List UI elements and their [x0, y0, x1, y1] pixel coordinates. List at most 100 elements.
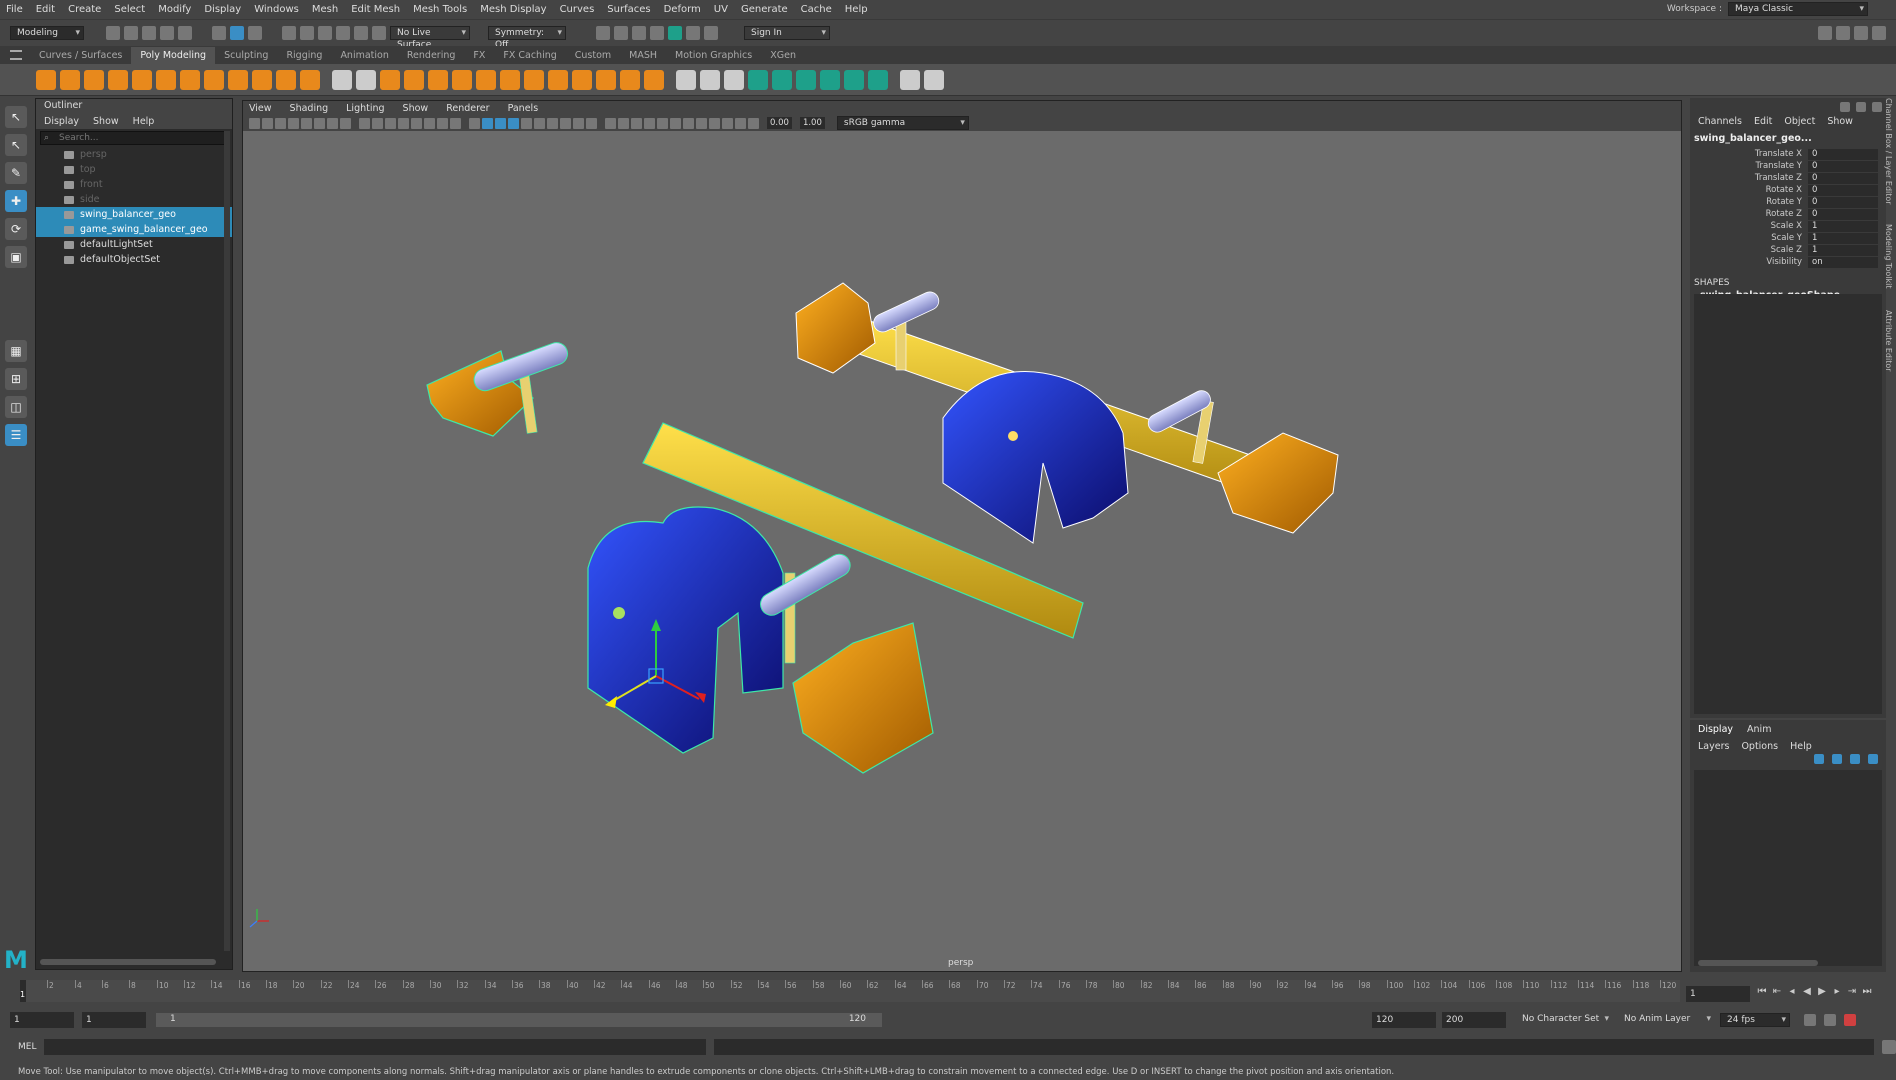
- viewport-tool-icon[interactable]: [735, 117, 746, 129]
- shelf-tool-icon[interactable]: [476, 69, 496, 90]
- shelf-tool-icon[interactable]: [180, 69, 200, 90]
- viewport-tool-icon[interactable]: [372, 117, 383, 129]
- menu-edit[interactable]: Edit: [36, 4, 55, 15]
- shelf-tab-custom[interactable]: Custom: [566, 47, 620, 64]
- menu-mesh-display[interactable]: Mesh Display: [480, 4, 546, 15]
- layer-menu-options[interactable]: Options: [1741, 741, 1778, 752]
- channel-value[interactable]: 0: [1808, 148, 1878, 160]
- layer-tab-display[interactable]: Display: [1698, 724, 1733, 735]
- lasso-tool-icon[interactable]: ↖: [5, 134, 27, 156]
- two-view-layout-icon[interactable]: ◫: [5, 396, 27, 418]
- viewport-tool-icon[interactable]: [696, 117, 707, 129]
- channel-value[interactable]: 0: [1808, 208, 1878, 220]
- shelf-tool-icon[interactable]: [620, 69, 640, 90]
- menu-curves[interactable]: Curves: [560, 4, 595, 15]
- move-layer-down-icon[interactable]: [1832, 754, 1842, 764]
- playback-end-field[interactable]: 120: [1372, 1012, 1436, 1028]
- channel-name[interactable]: Translate Y: [1690, 161, 1808, 171]
- exposure-field[interactable]: 0.00: [767, 117, 792, 129]
- time-slider[interactable]: 2 4 6 8 10 12 14 16 18 20 22 24 26 28 30 32 34 36 38 40 42 44…: [0, 976, 1896, 1006]
- shelf-tool-icon[interactable]: [676, 69, 696, 90]
- channel-box-menu-show[interactable]: Show: [1827, 116, 1853, 127]
- step-forward-frame-icon[interactable]: ▸: [1831, 986, 1843, 998]
- sign-in-button[interactable]: Sign In: [744, 25, 830, 40]
- step-forward-key-icon[interactable]: ⇥: [1846, 986, 1858, 998]
- layer-editor-scrollbar[interactable]: [1698, 960, 1818, 966]
- scale-tool-icon[interactable]: ▣: [5, 246, 27, 268]
- channel-value[interactable]: on: [1808, 256, 1878, 268]
- outliner-item-persp[interactable]: persp: [36, 147, 232, 162]
- shelf-tool-icon[interactable]: [924, 69, 944, 90]
- move-tool-icon[interactable]: ✚: [5, 190, 27, 212]
- shelf-tab-mash[interactable]: MASH: [620, 47, 666, 64]
- shelf-tool-icon[interactable]: [36, 69, 56, 90]
- shelf-tab-animation[interactable]: Animation: [331, 47, 397, 64]
- shelf-tool-icon[interactable]: [748, 69, 768, 90]
- viewport-menu-renderer[interactable]: Renderer: [446, 103, 489, 114]
- rotate-tool-icon[interactable]: ⟳: [5, 218, 27, 240]
- open-scene-icon[interactable]: [124, 25, 138, 40]
- new-layer-icon[interactable]: [1850, 754, 1860, 764]
- channel-name[interactable]: Rotate Z: [1690, 209, 1808, 219]
- shelf-tool-icon[interactable]: [228, 69, 248, 90]
- shelf-tab-poly-modeling[interactable]: Poly Modeling: [131, 47, 216, 64]
- viewport-tool-icon[interactable]: [275, 117, 286, 129]
- channel-name[interactable]: Visibility: [1690, 257, 1808, 267]
- toggle-modeling-toolkit-icon[interactable]: [1818, 25, 1832, 40]
- shelf-tab-curves-surfaces[interactable]: Curves / Surfaces: [30, 47, 131, 64]
- toggle-attribute-editor-icon[interactable]: [1836, 25, 1850, 40]
- viewport-tool-icon[interactable]: [340, 117, 351, 129]
- save-scene-icon[interactable]: [142, 25, 156, 40]
- viewport-tool-icon[interactable]: [631, 117, 642, 129]
- current-frame-marker[interactable]: 1: [20, 980, 26, 1002]
- select-object-icon[interactable]: [230, 25, 244, 40]
- channel-box-menu-object[interactable]: Object: [1784, 116, 1815, 127]
- snap-surface-icon[interactable]: [354, 25, 368, 40]
- viewport-tool-icon[interactable]: [288, 117, 299, 129]
- channel-value[interactable]: 0: [1808, 172, 1878, 184]
- channel-value[interactable]: 1: [1808, 232, 1878, 244]
- shelf-tool-icon[interactable]: [548, 69, 568, 90]
- viewport-menu-view[interactable]: View: [249, 103, 272, 114]
- hypershade-icon[interactable]: [668, 25, 682, 40]
- new-layer-selected-icon[interactable]: [1868, 754, 1878, 764]
- shelf-tool-icon[interactable]: [300, 69, 320, 90]
- workspace-dropdown[interactable]: Maya Classic: [1728, 2, 1868, 16]
- menu-help[interactable]: Help: [845, 4, 868, 15]
- viewport-tool-icon[interactable]: [605, 117, 616, 129]
- command-input[interactable]: [43, 1039, 707, 1055]
- four-view-layout-icon[interactable]: ⊞: [5, 368, 27, 390]
- select-component-icon[interactable]: [248, 25, 262, 40]
- channel-name[interactable]: Rotate Y: [1690, 197, 1808, 207]
- viewport-tool-icon[interactable]: [683, 117, 694, 129]
- channel-box-menu-edit[interactable]: Edit: [1754, 116, 1772, 127]
- shelf-tool-icon[interactable]: [252, 69, 272, 90]
- snap-view-icon[interactable]: [336, 25, 350, 40]
- select-hierarchy-icon[interactable]: [212, 25, 226, 40]
- pause-icon[interactable]: [704, 25, 718, 40]
- outliner-search-input[interactable]: ⌕ Search...: [40, 131, 228, 145]
- channel-value[interactable]: 0: [1808, 184, 1878, 196]
- channel-box-settings-icon[interactable]: [1856, 102, 1866, 112]
- shelf-tool-icon[interactable]: [156, 69, 176, 90]
- render-settings-icon[interactable]: [650, 25, 664, 40]
- viewport-tool-icon[interactable]: [262, 117, 273, 129]
- shelf-tab-motion-graphics[interactable]: Motion Graphics: [666, 47, 761, 64]
- shelf-tool-icon[interactable]: [60, 69, 80, 90]
- shelf-tool-icon[interactable]: [700, 69, 720, 90]
- menu-edit-mesh[interactable]: Edit Mesh: [351, 4, 400, 15]
- snap-point-icon[interactable]: [318, 25, 332, 40]
- viewport-tool-icon[interactable]: [359, 117, 370, 129]
- shelf-tool-icon[interactable]: [572, 69, 592, 90]
- side-tab-modeling-toolkit[interactable]: Modeling Toolkit: [1884, 224, 1893, 288]
- outliner-menu-display[interactable]: Display: [44, 116, 79, 127]
- viewport-scene[interactable]: [243, 133, 1681, 973]
- viewport-tool-icon[interactable]: [249, 117, 260, 129]
- side-tab-attribute-editor[interactable]: Attribute Editor: [1884, 310, 1893, 372]
- loop-icon[interactable]: [1804, 1014, 1816, 1026]
- outliner-item-game-swing-balancer-geo[interactable]: game_swing_balancer_geo: [36, 222, 232, 237]
- viewport-tool-icon[interactable]: [301, 117, 312, 129]
- menu-deform[interactable]: Deform: [664, 4, 701, 15]
- viewport-tool-icon[interactable]: [748, 117, 759, 129]
- shelf-tool-icon[interactable]: [204, 69, 224, 90]
